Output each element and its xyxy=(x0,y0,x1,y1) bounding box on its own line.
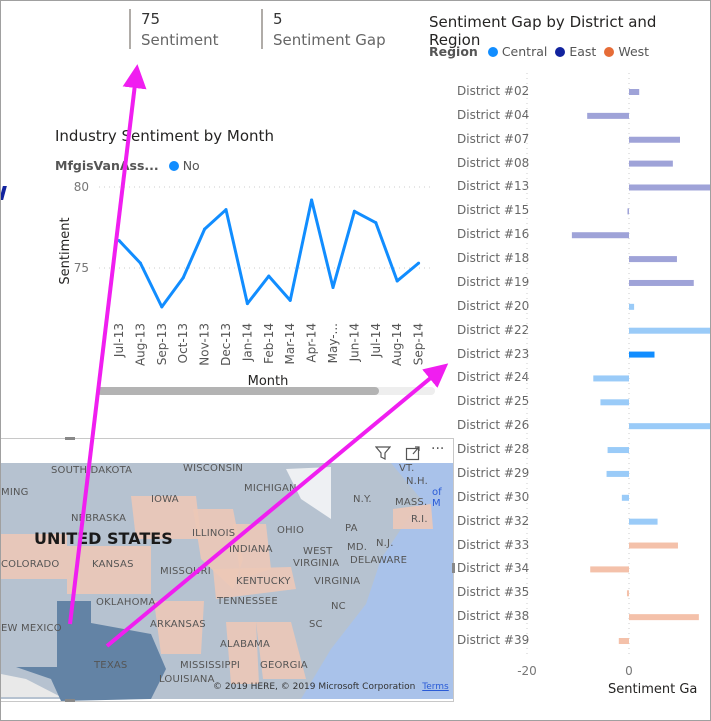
state-label: INDIANA xyxy=(229,544,273,555)
state-label: NEBRASKA xyxy=(71,513,127,524)
state-label: MING xyxy=(1,487,29,498)
bar-13[interactable] xyxy=(629,184,711,191)
bar-08[interactable] xyxy=(629,160,673,167)
state-label: N.Y. xyxy=(353,494,372,505)
bar-18[interactable] xyxy=(629,256,677,263)
state-label: ALABAMA xyxy=(220,639,271,650)
state-label: ILLINOIS xyxy=(192,528,236,539)
state-label: N.H. xyxy=(406,476,428,487)
state-label: GEORGIA xyxy=(260,660,308,671)
bar-15[interactable] xyxy=(627,208,629,215)
state-label: IOWA xyxy=(151,494,179,505)
report-canvas: 75 Sentiment 5 Sentiment Gap Industry Se… xyxy=(0,0,711,721)
resize-handle-right[interactable] xyxy=(452,563,455,573)
state-label: MISSISSIPPI xyxy=(180,660,241,671)
bar-16[interactable] xyxy=(571,232,629,239)
state-label: MASS. xyxy=(395,497,428,508)
bar-24[interactable] xyxy=(593,375,629,382)
bar-19[interactable] xyxy=(629,279,694,286)
state-label: KENTUCKY xyxy=(236,576,291,587)
terms-link[interactable]: Terms xyxy=(422,682,449,692)
bar-22[interactable] xyxy=(629,327,711,334)
bar-23[interactable] xyxy=(629,351,655,358)
state-label: TEXAS xyxy=(94,660,128,671)
state-label: OKLAHOMA xyxy=(96,597,156,608)
bar-35[interactable] xyxy=(626,590,629,597)
bar-33[interactable] xyxy=(629,542,678,549)
bar-20[interactable] xyxy=(629,303,635,310)
bar-02[interactable] xyxy=(629,89,640,95)
x-tick-label: 0 xyxy=(625,664,633,678)
state-label: NC xyxy=(331,601,346,612)
bar-38[interactable] xyxy=(629,614,699,621)
bar-29[interactable] xyxy=(606,470,629,477)
state-label: LOUISIANA xyxy=(159,674,215,685)
bar-30[interactable] xyxy=(621,494,629,501)
state-label: MD. xyxy=(347,542,368,553)
bar-07[interactable] xyxy=(629,136,680,143)
state-label: PA xyxy=(345,523,358,534)
state-label: MISSOURI xyxy=(160,566,211,577)
map-copyright: © 2019 HERE, © 2019 Microsoft Corporatio… xyxy=(213,682,449,692)
copyright-text: © 2019 HERE, © 2019 Microsoft Corporatio… xyxy=(213,682,416,692)
state-label: WEST xyxy=(303,546,333,557)
state-label: EW MEXICO xyxy=(1,623,62,634)
state-label: N.J. xyxy=(376,538,394,549)
focus-mode-icon[interactable] xyxy=(405,445,421,461)
state-label: SC xyxy=(309,619,323,630)
bar-34[interactable] xyxy=(590,566,629,573)
map-visual[interactable]: ··· SOUTH DAKOTA WISCONSIN MICHIGAN VT. N.H.… xyxy=(1,438,454,702)
resize-handle-top[interactable] xyxy=(65,437,75,440)
bar-26[interactable] xyxy=(629,423,711,430)
state-label: OHIO xyxy=(277,525,305,536)
bar-chart-x-axis-title: Sentiment Ga xyxy=(608,682,698,697)
state-label: VIRGINIA xyxy=(314,576,361,587)
state-label: MICHIGAN xyxy=(244,483,297,494)
bar-32[interactable] xyxy=(629,518,658,525)
bar-04[interactable] xyxy=(587,112,629,119)
state-label: TENNESSEE xyxy=(217,596,278,607)
sea-label: of M xyxy=(432,487,442,509)
state-label: VIRGINIA xyxy=(293,558,340,569)
state-label: ARKANSAS xyxy=(150,619,206,630)
country-label: UNITED STATES xyxy=(34,529,173,548)
state-label: VT. xyxy=(399,463,415,474)
state-label: KANSAS xyxy=(92,559,134,570)
state-label: SOUTH DAKOTA xyxy=(51,465,133,476)
state-label: WISCONSIN xyxy=(183,463,244,474)
bar-28[interactable] xyxy=(607,447,629,454)
state-label: DELAWARE xyxy=(350,555,408,566)
resize-handle-bottom[interactable] xyxy=(65,699,75,702)
more-options-icon[interactable]: ··· xyxy=(431,441,444,457)
bar-39[interactable] xyxy=(618,638,629,645)
filter-icon[interactable] xyxy=(374,445,392,461)
bar-25[interactable] xyxy=(600,399,629,406)
state-label: R.I. xyxy=(411,514,428,525)
x-tick-label: -20 xyxy=(517,664,537,678)
state-label: COLORADO xyxy=(1,559,60,570)
